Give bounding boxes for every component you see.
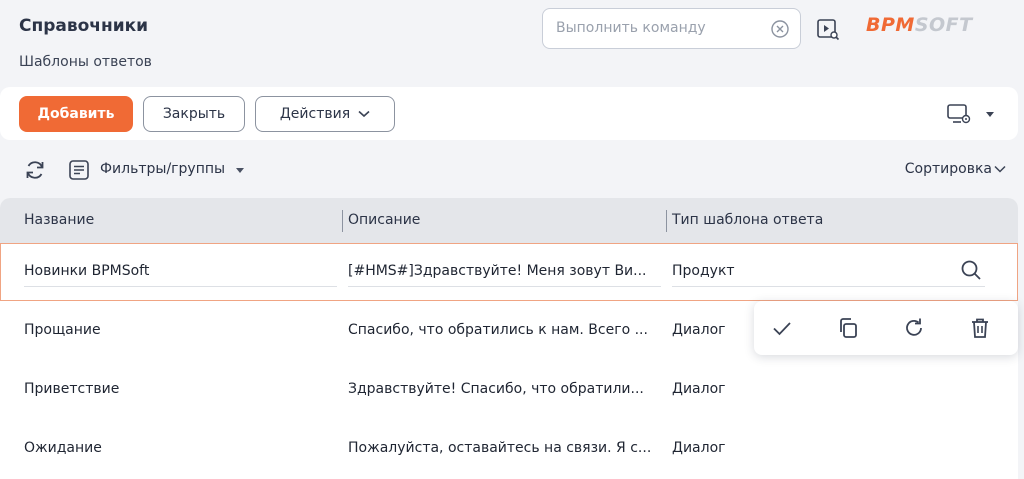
command-input[interactable] (556, 20, 756, 36)
actions-button[interactable]: Действия (255, 96, 395, 132)
logo-part-soft: SOFT (914, 14, 973, 36)
sort-button[interactable]: Сортировка (905, 161, 992, 177)
actions-label: Действия (279, 106, 351, 122)
column-header-description[interactable]: Описание (348, 212, 420, 228)
refresh-icon[interactable] (24, 159, 46, 181)
cell-description: Здравствуйте! Спасибо, что обратили... (348, 381, 644, 397)
table-row[interactable]: Приветствие Здравствуйте! Спасибо, что о… (0, 360, 1018, 420)
page-title: Справочники (19, 16, 149, 36)
chevron-down-icon (358, 110, 370, 118)
bpmsoft-logo: BPMSOFT (866, 14, 973, 36)
trash-icon[interactable] (968, 316, 992, 340)
cell-name: Приветствие (24, 381, 120, 397)
add-button[interactable]: Добавить (19, 96, 133, 132)
filter-bar: Фильтры/группы Сортировка (0, 150, 1024, 190)
view-settings-button[interactable] (946, 103, 998, 125)
cell-name: Прощание (24, 322, 101, 338)
row-actions-panel (754, 301, 1018, 355)
template-type-lookup-field[interactable]: Продукт (672, 257, 985, 287)
cell-description: Пожалуйста, оставайтесь на связи. Я с... (348, 440, 652, 456)
close-circle-icon[interactable] (770, 19, 790, 39)
name-edit-field[interactable]: Новинки BPMSoft (24, 257, 337, 287)
filter-list-icon[interactable] (68, 159, 90, 181)
column-header-name[interactable]: Название (24, 212, 94, 228)
cell-name: Ожидание (24, 440, 102, 456)
command-input-box[interactable] (542, 8, 801, 49)
close-button[interactable]: Закрыть (143, 96, 245, 132)
cell-template-type: Диалог (672, 322, 726, 338)
grid-header: Название Описание Тип шаблона ответа (0, 198, 1018, 243)
video-help-icon[interactable] (816, 17, 840, 41)
page-subtitle: Шаблоны ответов (19, 54, 152, 70)
view-settings-icon (947, 104, 971, 124)
search-icon[interactable] (959, 258, 983, 282)
cell-template-type: Диалог (672, 440, 726, 456)
cell-template-type: Диалог (672, 381, 726, 397)
toolbar: Добавить Закрыть Действия (0, 87, 1018, 140)
check-icon[interactable] (770, 316, 794, 340)
column-separator[interactable] (342, 210, 343, 232)
logo-part-bpm: BPM (866, 14, 915, 36)
chevron-down-icon[interactable] (994, 164, 1006, 174)
caret-down-icon[interactable] (236, 168, 244, 173)
undo-icon[interactable] (902, 316, 926, 340)
caret-down-icon (986, 111, 994, 117)
column-header-template-type[interactable]: Тип шаблона ответа (672, 212, 823, 228)
column-separator[interactable] (666, 210, 667, 232)
table-row[interactable]: Ожидание Пожалуйста, оставайтесь на связ… (0, 419, 1018, 479)
cell-description: Спасибо, что обратились к нам. Всего ... (348, 322, 648, 338)
copy-icon[interactable] (836, 316, 860, 340)
filters-groups-button[interactable]: Фильтры/группы (100, 161, 225, 177)
description-edit-field[interactable]: [#HMS#]Здравствуйте! Меня зовут Ви... (348, 257, 661, 287)
table-row-editing[interactable]: Новинки BPMSoft [#HMS#]Здравствуйте! Мен… (0, 243, 1018, 301)
